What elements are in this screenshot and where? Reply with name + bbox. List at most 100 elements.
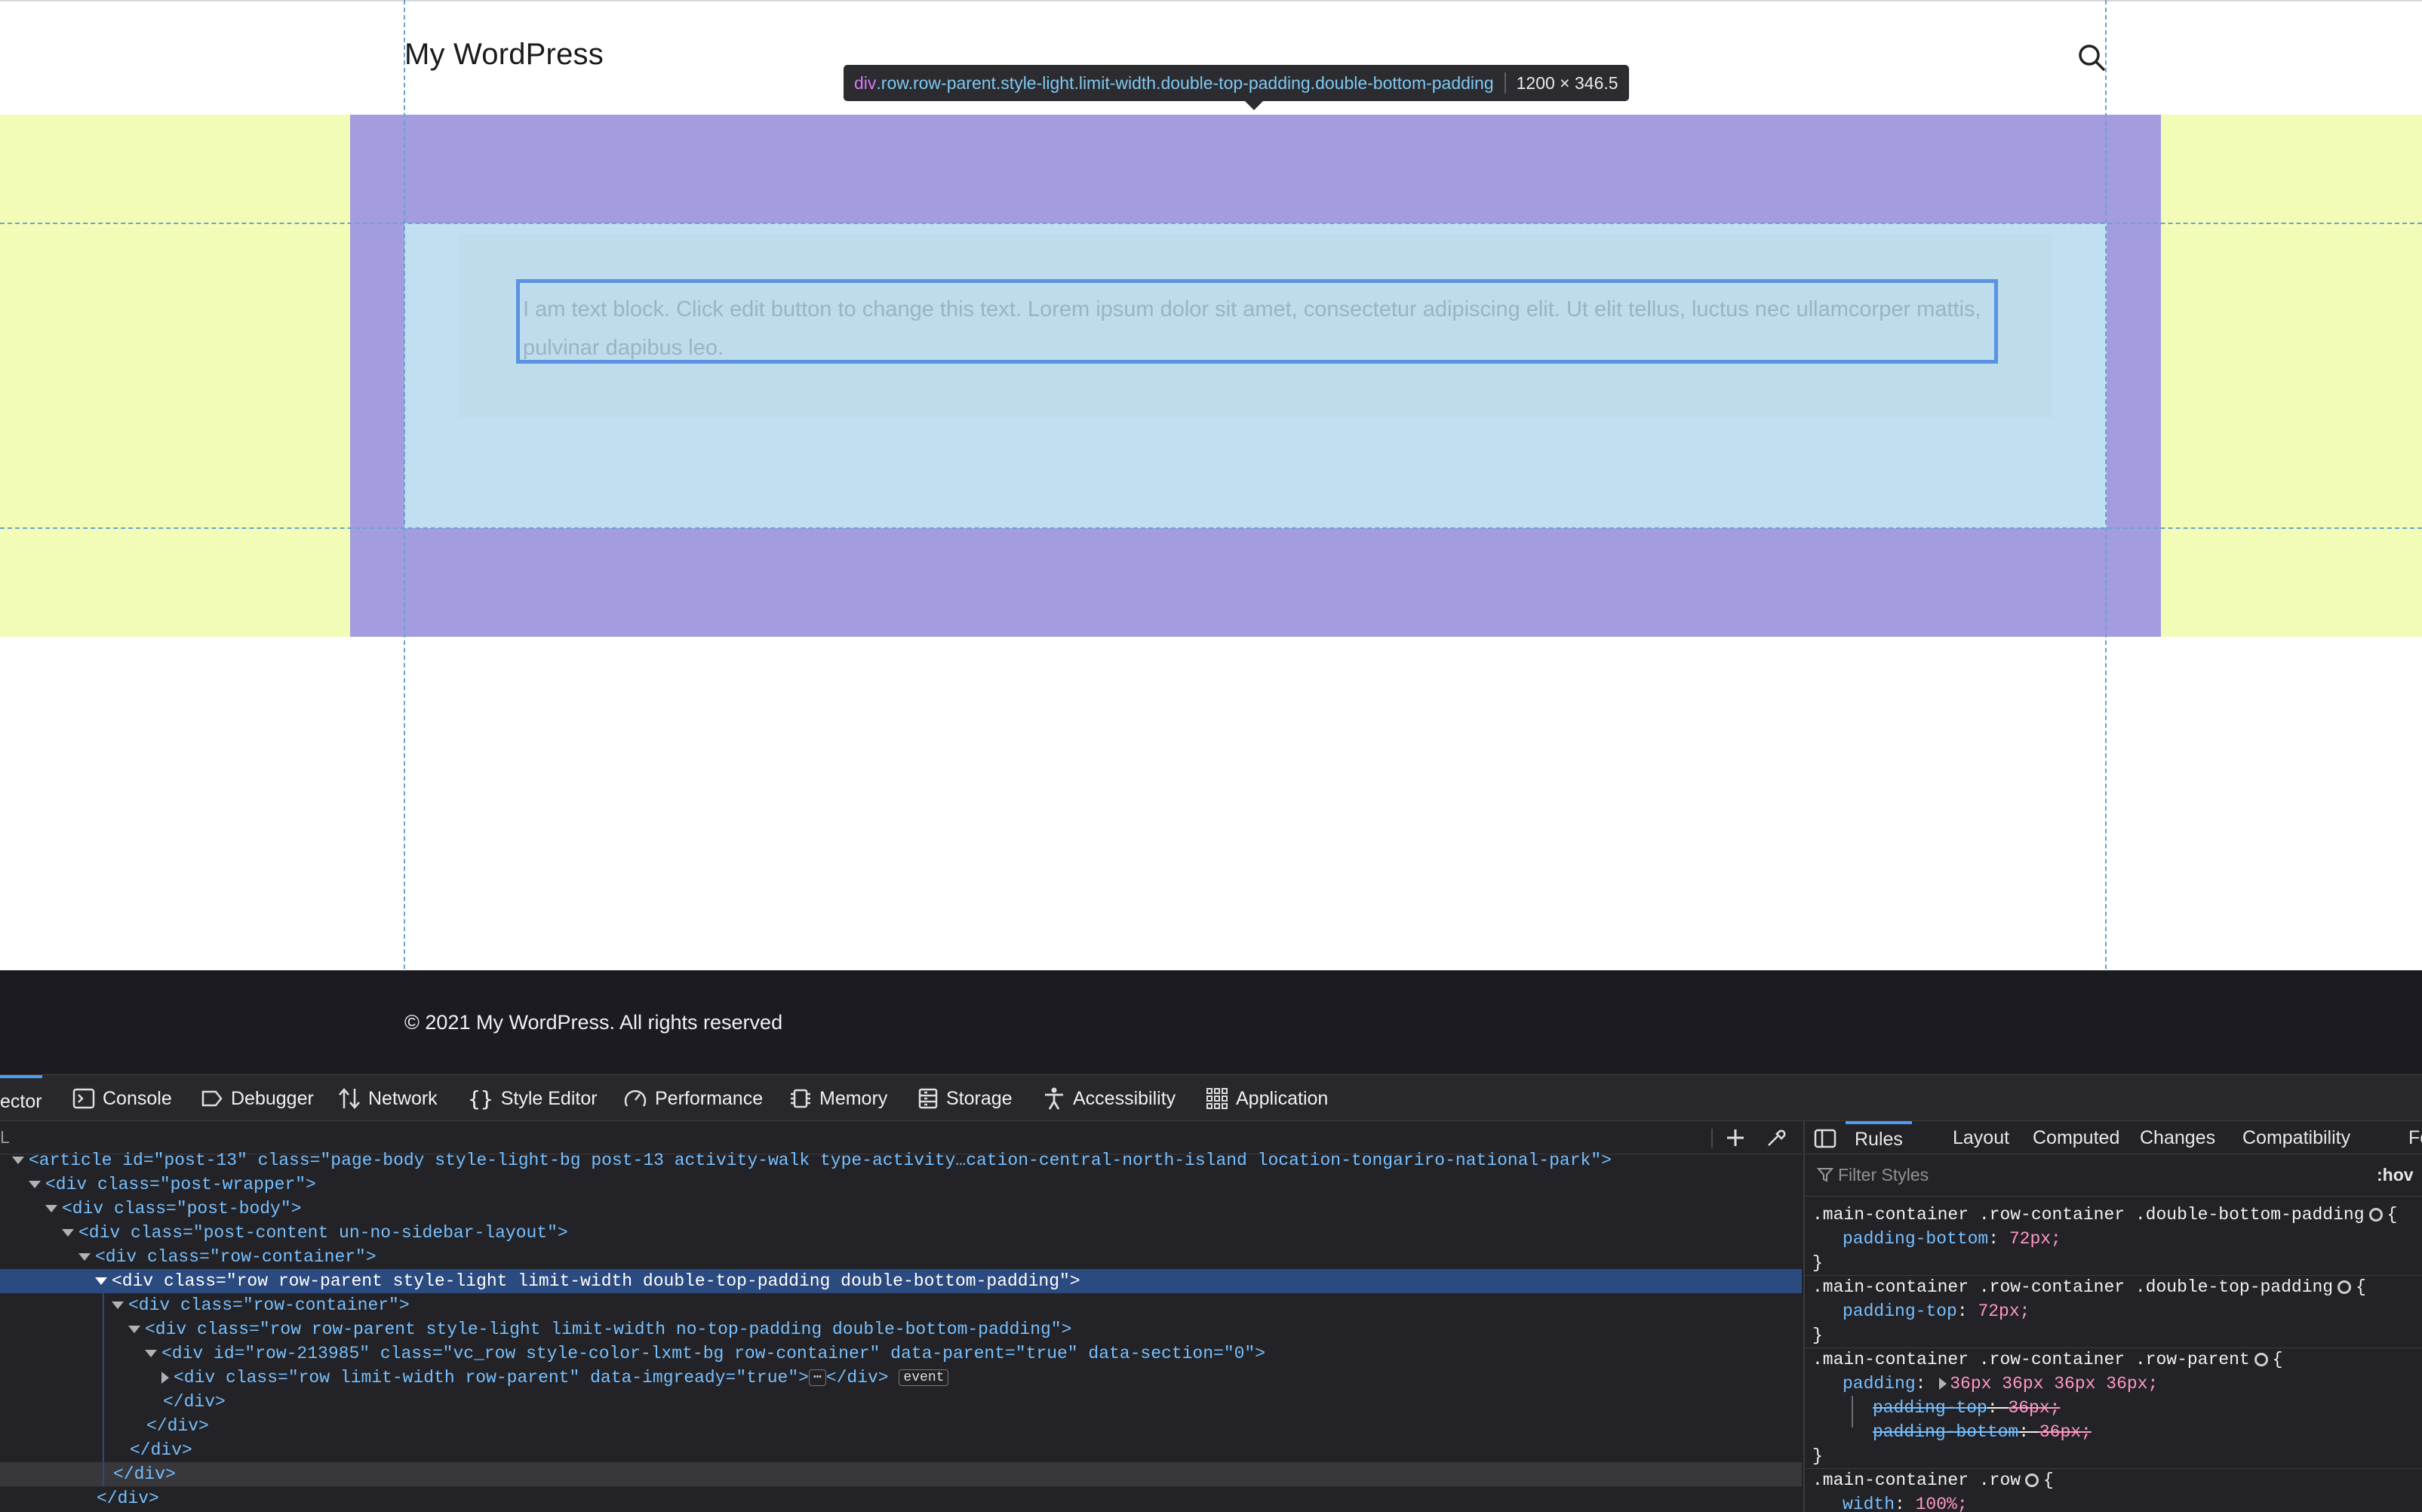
rule-declaration[interactable]: width: 100%; xyxy=(1843,1492,1968,1512)
gear-icon[interactable] xyxy=(2368,1207,2383,1222)
markup-closing-tag[interactable]: </div> xyxy=(0,1414,1802,1438)
markup-node[interactable]: <div class="post-wrapper"> xyxy=(0,1172,1802,1197)
rule-selector[interactable]: .main-container .row-container .double-t… xyxy=(1812,1275,2366,1299)
markup-node-text: <div class="post-content un-no-sidebar-l… xyxy=(78,1223,568,1243)
tab-network-label: Network xyxy=(368,1087,438,1109)
tab-performance[interactable]: Performance xyxy=(623,1075,763,1122)
tab-accessibility[interactable]: Accessibility xyxy=(1043,1075,1176,1122)
tab-memory-label: Memory xyxy=(819,1087,888,1109)
markup-search-stub[interactable]: L xyxy=(0,1127,10,1148)
tab-application-label: Application xyxy=(1236,1087,1329,1109)
tab-network[interactable]: Network xyxy=(338,1075,438,1122)
markup-node-text: </div> xyxy=(146,1416,209,1436)
tab-console[interactable]: Console xyxy=(72,1075,172,1122)
markup-node-text: <div class="row row-parent style-light l… xyxy=(145,1320,1072,1339)
gear-icon[interactable] xyxy=(2025,1473,2039,1487)
toggle-sidebar-icon[interactable] xyxy=(1814,1129,1836,1148)
markup-node-text: <div class="post-wrapper"> xyxy=(45,1175,316,1194)
tab-changes[interactable]: Changes xyxy=(2140,1121,2215,1154)
network-icon xyxy=(339,1088,360,1109)
tab-inspector[interactable]: ector xyxy=(0,1075,42,1125)
markup-node-text: <div class="row-container"> xyxy=(95,1247,377,1267)
add-node-icon[interactable] xyxy=(1725,1127,1746,1148)
rule-declaration-overridden: padding-bottom: 36px; xyxy=(1873,1422,2092,1442)
rule-declaration[interactable]: padding: 36px 36px 36px 36px; xyxy=(1843,1372,2158,1396)
infobar-dimensions: 1200 × 346.5 xyxy=(1516,72,1618,93)
markup-node[interactable]: <div class="row row-parent style-light l… xyxy=(0,1317,1802,1341)
search-icon[interactable] xyxy=(2076,42,2107,72)
filter-icon xyxy=(1817,1168,1833,1182)
prop-value: 36px; xyxy=(2039,1422,2092,1442)
storage-icon xyxy=(918,1088,938,1109)
markup-node[interactable]: <article id="post-13" class="page-body s… xyxy=(0,1148,1802,1172)
tab-application[interactable]: Application xyxy=(1206,1075,1328,1122)
prop-value: 100%; xyxy=(1915,1495,1968,1512)
markup-node[interactable]: <div class="row-container"> xyxy=(0,1293,1802,1317)
markup-closing-tag[interactable]: </div> xyxy=(0,1438,1802,1462)
markup-node-text: </div> xyxy=(97,1489,159,1508)
rule-selector[interactable]: .main-container .row{ xyxy=(1812,1468,2054,1492)
infobar-divider xyxy=(1504,72,1506,94)
ellipsis-badge[interactable]: ⋯ xyxy=(808,1369,826,1386)
tab-computed[interactable]: Computed xyxy=(2033,1121,2119,1154)
prop-name: width xyxy=(1843,1495,1895,1512)
toolbar-divider xyxy=(1711,1129,1713,1148)
markup-view: L <article id="post-13" class="page-body… xyxy=(0,1121,1802,1512)
memory-chip-icon xyxy=(791,1089,810,1108)
tab-style-editor[interactable]: {} Style Editor xyxy=(468,1075,598,1122)
markup-node[interactable]: <div id="row-213985" class="vc_row style… xyxy=(0,1341,1802,1366)
guide-line-left xyxy=(404,0,405,1074)
tab-storage-label: Storage xyxy=(946,1087,1013,1109)
markup-closing-tag[interactable]: </div> xyxy=(0,1390,1802,1414)
markup-closing-tag[interactable]: </div> xyxy=(0,1462,1802,1486)
guide-line-bottom xyxy=(0,527,2422,529)
markup-node-text: <div class="post-body"> xyxy=(62,1199,302,1219)
markup-node[interactable]: <div class="row limit-width row-parent" … xyxy=(0,1366,1802,1390)
markup-node-text: <div class="row-container"> xyxy=(128,1295,410,1315)
markup-closing-tag[interactable]: </div> xyxy=(0,1486,1802,1510)
markup-node-text: </div> xyxy=(113,1464,176,1484)
markup-node[interactable]: <div class="post-content un-no-sidebar-l… xyxy=(0,1221,1802,1245)
prop-name: padding-top xyxy=(1873,1398,1987,1418)
rule-selector[interactable]: .main-container .row-container .double-b… xyxy=(1812,1203,2397,1227)
tab-compatibility[interactable]: Compatibility xyxy=(2242,1121,2350,1154)
infobar-arrow xyxy=(1245,101,1263,110)
markup-node[interactable]: <div class="post-body"> xyxy=(0,1197,1802,1221)
expand-shorthand-icon[interactable] xyxy=(1939,1377,1947,1390)
tab-inspector-label: ector xyxy=(0,1090,42,1112)
prop-value: 36px 36px 36px 36px; xyxy=(1950,1374,2159,1394)
prop-name: padding-top xyxy=(1843,1301,1957,1321)
site-title[interactable]: My WordPress xyxy=(404,38,604,72)
devtools-toolbar: ector Console Debugger Network {} Style … xyxy=(0,1074,2422,1121)
tab-memory[interactable]: Memory xyxy=(789,1075,887,1122)
rule-declaration[interactable]: padding-top: 72px; xyxy=(1843,1299,2030,1323)
tab-console-label: Console xyxy=(103,1087,172,1109)
infobar-tag: div xyxy=(854,72,877,93)
filter-styles-input[interactable]: Filter Styles xyxy=(1838,1165,1929,1185)
markup-node-text: </div> xyxy=(130,1440,192,1460)
footer-copyright: © 2021 My WordPress. All rights reserved xyxy=(404,1011,783,1034)
row-text-block[interactable]: I am text block. Click edit button to ch… xyxy=(516,279,1998,364)
tab-debugger[interactable]: Debugger xyxy=(201,1075,314,1122)
gear-icon[interactable] xyxy=(2254,1352,2268,1366)
rule-selector-text: .main-container .row-container .double-b… xyxy=(1812,1205,2365,1225)
markup-node-selected[interactable]: <div class="row row-parent style-light l… xyxy=(0,1269,1802,1293)
hover-state-toggle[interactable]: :hov xyxy=(2377,1165,2414,1185)
tab-storage[interactable]: Storage xyxy=(917,1075,1013,1122)
tab-layout[interactable]: Layout xyxy=(1953,1121,2009,1154)
tab-fonts[interactable]: Fo xyxy=(2408,1121,2422,1154)
rule-declaration[interactable]: padding-bottom: 72px; xyxy=(1843,1227,2061,1251)
markup-node-text: <article id="post-13" class="page-body s… xyxy=(29,1151,1612,1170)
tab-rules[interactable]: Rules xyxy=(1846,1121,1912,1157)
rule-selector-text: .main-container .row xyxy=(1812,1471,2021,1490)
tab-performance-label: Performance xyxy=(655,1087,764,1109)
prop-name: padding xyxy=(1843,1374,1916,1394)
eyedropper-icon[interactable] xyxy=(1766,1127,1787,1148)
rule-selector[interactable]: .main-container .row-container .row-pare… xyxy=(1812,1348,2283,1372)
event-badge[interactable]: event xyxy=(899,1369,949,1386)
markup-node[interactable]: <div class="row-container"> xyxy=(0,1245,1802,1269)
element-infobar: div .row.row-parent.style-light.limit-wi… xyxy=(844,65,1629,101)
filter-row: Filter Styles :hov xyxy=(1805,1154,2422,1197)
gear-icon[interactable] xyxy=(2337,1280,2352,1294)
markup-node-text: <div id="row-213985" class="vc_row style… xyxy=(161,1344,1266,1363)
